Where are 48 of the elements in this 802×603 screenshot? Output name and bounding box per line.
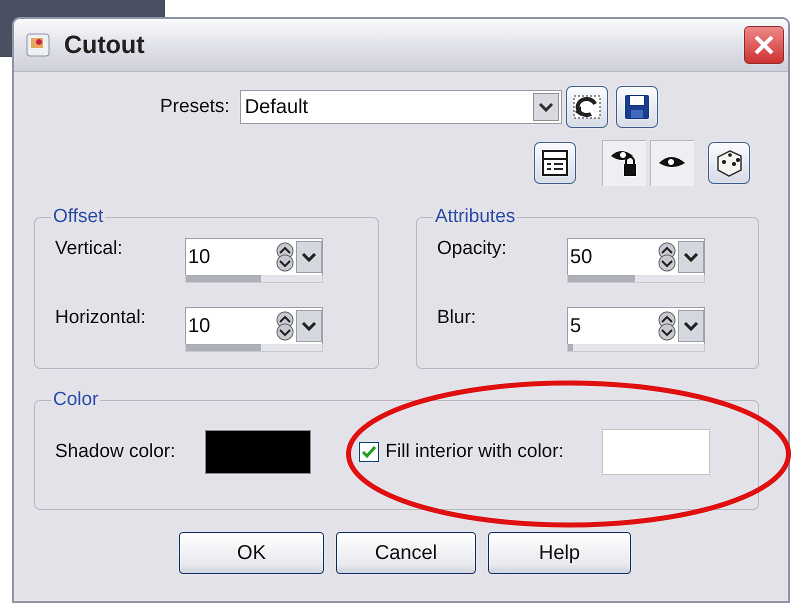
randomize-button[interactable] (708, 142, 750, 184)
number-field[interactable]: 10 (185, 307, 323, 344)
group-title: Color (52, 389, 100, 411)
chevron-down-icon (683, 251, 699, 263)
fill-interior-checkbox[interactable]: Fill interior with color: (359, 441, 564, 463)
number-field[interactable]: 5 (567, 307, 705, 344)
number-field[interactable]: 50 (567, 238, 705, 275)
presets-dropdown[interactable]: Default (240, 90, 562, 124)
presets-label: Presets: (160, 96, 230, 118)
field-label: Blur: (437, 307, 478, 329)
dropdown-button[interactable] (296, 241, 322, 273)
number-field[interactable]: 10 (185, 238, 323, 275)
field-label: Opacity: (437, 238, 508, 260)
dialog-settings-button[interactable] (534, 142, 576, 184)
field-label: Vertical: (55, 238, 124, 260)
check-icon (361, 445, 378, 459)
dropdown-button[interactable] (678, 241, 704, 273)
group-title: Offset (52, 206, 104, 228)
chevron-down-icon (301, 320, 317, 332)
preview-button[interactable] (650, 140, 694, 186)
slider-track[interactable] (567, 275, 705, 283)
color-swatch[interactable] (205, 430, 312, 474)
spin-arrows-icon[interactable] (274, 311, 296, 341)
slider-track[interactable] (567, 344, 705, 352)
spin-arrows-icon[interactable] (656, 242, 678, 272)
window-title: Cutout (64, 30, 145, 60)
spin-arrows-icon[interactable] (274, 242, 296, 272)
dialog-button[interactable]: OK (179, 532, 324, 574)
dialog-button[interactable]: Help (488, 532, 631, 574)
close-button[interactable] (744, 26, 784, 64)
field-label: Horizontal: (55, 307, 147, 329)
chevron-down-icon (301, 251, 317, 263)
dropdown-button[interactable] (678, 310, 704, 342)
lock-preview-button[interactable] (602, 140, 646, 186)
group-title: Attributes (434, 206, 516, 228)
save-button[interactable] (616, 86, 658, 128)
spin-arrows-icon[interactable] (656, 311, 678, 341)
reset-button[interactable] (566, 86, 608, 128)
slider-track[interactable] (185, 275, 323, 283)
shadow-color-label: Shadow color: (55, 441, 176, 463)
color-swatch[interactable] (602, 429, 710, 475)
chevron-down-icon (538, 101, 554, 113)
close-icon (752, 33, 776, 57)
window-list-icon (541, 149, 569, 177)
dropdown-button[interactable] (296, 310, 322, 342)
chevron-down-icon (683, 320, 699, 332)
dialog-button[interactable]: Cancel (336, 532, 476, 574)
slider-track[interactable] (185, 344, 323, 352)
